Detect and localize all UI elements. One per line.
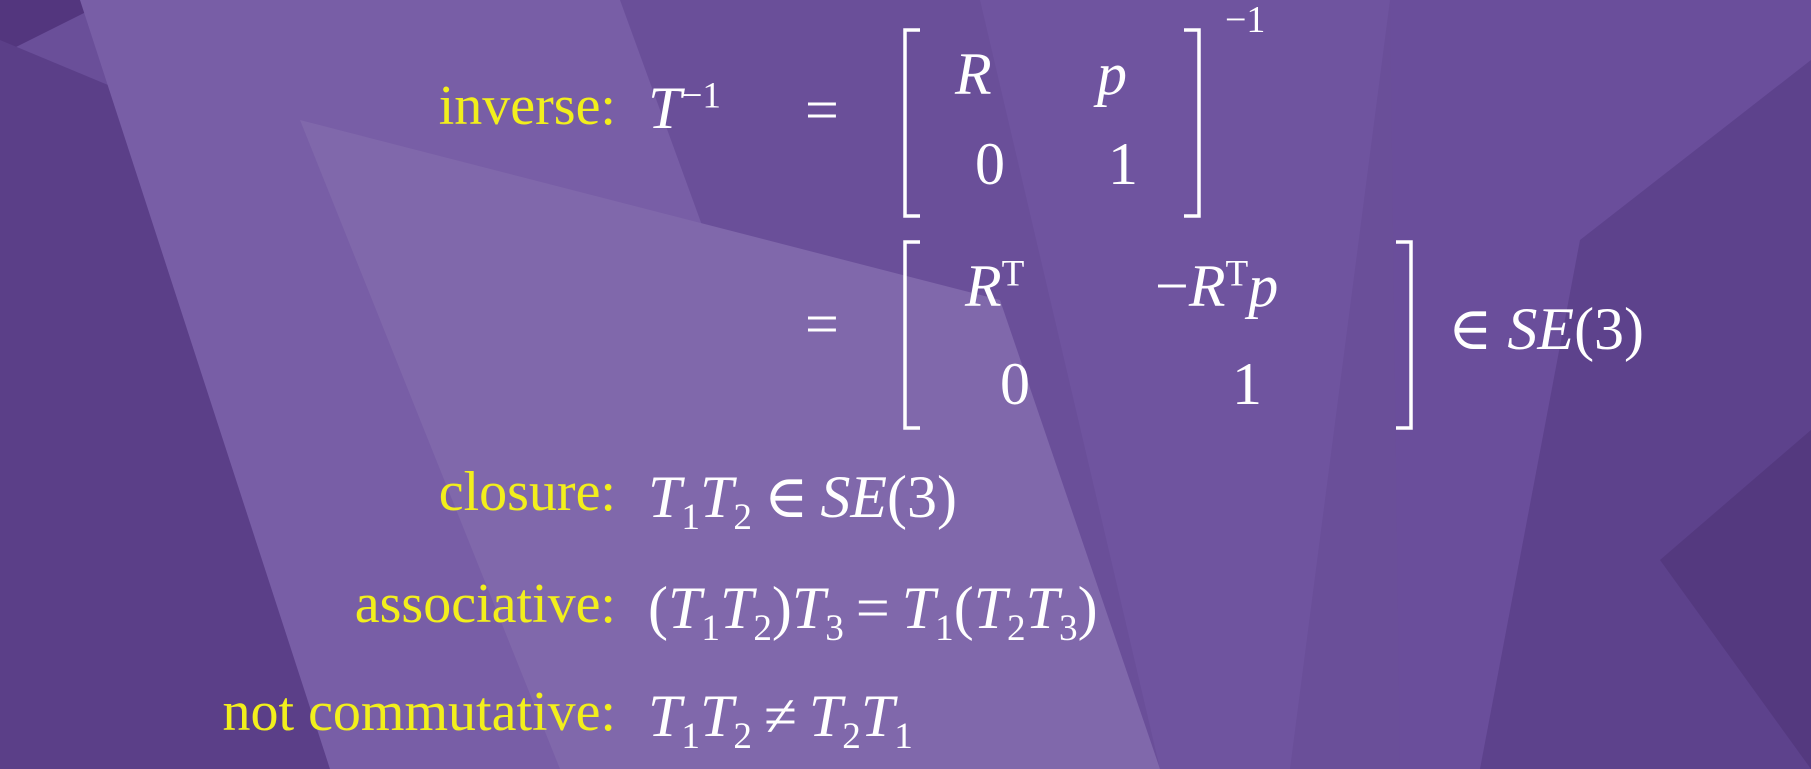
left-bracket [903,28,920,218]
inverse-label: inverse: [438,75,616,137]
left-bracket [903,240,920,430]
not-commutative-label: not commutative: [222,681,616,743]
closure-expression: T1T2 ∈ SE(3) [648,464,957,538]
inverse-exponent: −1 [681,75,721,117]
right-bracket [1184,28,1201,218]
equals-sign: = [805,77,839,143]
matrix-entry-0: 0 [1000,351,1030,417]
matrix-entry-1: 1 [1108,131,1138,197]
matrix-entry-0: 0 [975,131,1005,197]
matrix-entry-r-transpose: RT [965,253,1025,319]
matrix-entry-minus-rt-p: −RTp [1155,253,1279,319]
inverse-lhs: T−1 [648,74,721,143]
associative-expression: (T1T2)T3 = T1(T2T3) [648,575,1098,649]
membership-se3: ∈ SE(3) [1448,296,1645,362]
matrix-entry-r: R [955,41,992,107]
equals-sign: = [805,291,839,357]
matrix-entry-1: 1 [1232,351,1262,417]
associative-label: associative: [354,573,616,635]
t-variable: T [648,75,682,141]
commutative-expression: T1T2 ≠ T2T1 [648,683,913,757]
right-bracket [1396,240,1413,430]
matrix-exponent: −1 [1225,0,1266,41]
matrix-entry-p: p [1097,41,1127,107]
closure-label: closure: [438,461,616,523]
